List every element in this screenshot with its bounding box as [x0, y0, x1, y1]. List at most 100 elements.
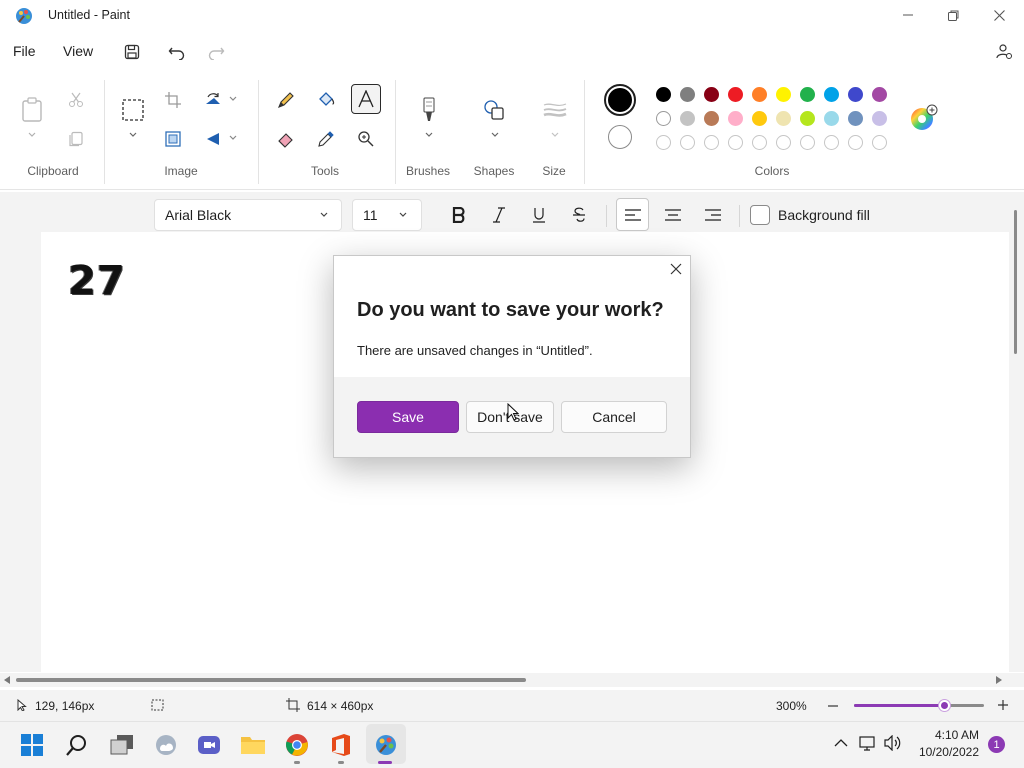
palette-color-swatch[interactable]	[776, 111, 791, 126]
palette-color-swatch[interactable]	[824, 87, 839, 102]
palette-color-swatch[interactable]	[656, 111, 671, 126]
palette-color-swatch[interactable]	[776, 87, 791, 102]
custom-color-slot[interactable]	[776, 135, 791, 150]
account-settings-icon[interactable]	[991, 40, 1017, 64]
palette-color-swatch[interactable]	[704, 111, 719, 126]
horizontal-scroll-thumb[interactable]	[16, 678, 526, 682]
office-icon[interactable]	[327, 731, 355, 759]
widgets-icon[interactable]	[152, 731, 180, 759]
palette-color-swatch[interactable]	[800, 87, 815, 102]
palette-color-swatch[interactable]	[728, 111, 743, 126]
font-size-dropdown[interactable]: 11	[352, 199, 422, 231]
search-icon[interactable]	[63, 731, 91, 759]
shapes-chevron-down-icon[interactable]	[490, 130, 500, 140]
show-hidden-icons-chevron-up-icon[interactable]	[834, 738, 848, 748]
paste-icon[interactable]	[18, 96, 46, 124]
palette-color-swatch[interactable]	[752, 87, 767, 102]
teams-chat-icon[interactable]	[195, 731, 223, 759]
rotate-chevron-down-icon[interactable]	[228, 94, 238, 104]
zoom-in-icon[interactable]	[997, 699, 1009, 711]
scroll-left-arrow-icon[interactable]	[4, 676, 10, 684]
paste-chevron-down-icon[interactable]	[27, 130, 37, 140]
size-chevron-down-icon[interactable]	[550, 130, 560, 140]
custom-color-slot[interactable]	[872, 135, 887, 150]
zoom-out-icon[interactable]	[827, 700, 839, 712]
brushes-chevron-down-icon[interactable]	[424, 130, 434, 140]
custom-color-slot[interactable]	[704, 135, 719, 150]
copy-icon[interactable]	[62, 125, 90, 153]
select-chevron-down-icon[interactable]	[128, 130, 138, 140]
primary-color-selector[interactable]	[604, 84, 636, 116]
palette-color-swatch[interactable]	[728, 87, 743, 102]
custom-color-slot[interactable]	[656, 135, 671, 150]
palette-color-swatch[interactable]	[752, 111, 767, 126]
strikethrough-button[interactable]	[564, 201, 594, 229]
font-family-dropdown[interactable]: Arial Black	[154, 199, 342, 231]
network-icon[interactable]	[859, 735, 877, 751]
palette-color-swatch[interactable]	[704, 87, 719, 102]
cut-icon[interactable]	[62, 86, 90, 114]
brushes-icon[interactable]	[415, 96, 443, 124]
custom-color-slot[interactable]	[824, 135, 839, 150]
file-explorer-icon[interactable]	[239, 731, 267, 759]
palette-color-swatch[interactable]	[680, 111, 695, 126]
cancel-button[interactable]: Cancel	[561, 401, 667, 433]
scroll-right-arrow-icon[interactable]	[996, 676, 1002, 684]
palette-color-swatch[interactable]	[872, 111, 887, 126]
minimize-button[interactable]	[885, 0, 931, 30]
save-icon[interactable]	[119, 40, 145, 64]
palette-color-swatch[interactable]	[680, 87, 695, 102]
align-center-button[interactable]	[658, 201, 688, 229]
shapes-icon[interactable]	[480, 96, 508, 124]
menu-view[interactable]: View	[63, 43, 93, 59]
custom-color-slot[interactable]	[728, 135, 743, 150]
select-rectangle-icon[interactable]	[119, 96, 147, 124]
palette-color-swatch[interactable]	[848, 87, 863, 102]
save-button[interactable]: Save	[357, 401, 459, 433]
custom-color-slot[interactable]	[680, 135, 695, 150]
zoom-slider-thumb[interactable]	[939, 700, 950, 711]
custom-color-slot[interactable]	[800, 135, 815, 150]
rotate-icon[interactable]	[199, 86, 227, 114]
custom-color-slot[interactable]	[848, 135, 863, 150]
clock-time[interactable]: 4:10 AM	[915, 728, 979, 742]
zoom-slider-track[interactable]	[854, 704, 984, 707]
resize-icon[interactable]	[159, 125, 187, 153]
redo-icon[interactable]	[203, 40, 229, 64]
windows-start-icon[interactable]	[18, 731, 46, 759]
background-fill-checkbox[interactable]	[750, 205, 770, 225]
align-left-button[interactable]	[616, 198, 649, 231]
palette-color-swatch[interactable]	[800, 111, 815, 126]
palette-color-swatch[interactable]	[656, 87, 671, 102]
chrome-icon[interactable]	[283, 731, 311, 759]
paint-taskbar-icon[interactable]	[372, 731, 400, 759]
pencil-icon[interactable]	[272, 86, 300, 114]
notification-badge[interactable]: 1	[988, 736, 1005, 753]
volume-icon[interactable]	[884, 735, 902, 751]
custom-color-slot[interactable]	[752, 135, 767, 150]
menu-file[interactable]: File	[13, 43, 36, 59]
palette-color-swatch[interactable]	[872, 87, 887, 102]
italic-button[interactable]	[484, 201, 514, 229]
undo-icon[interactable]	[164, 40, 190, 64]
eraser-icon[interactable]	[272, 125, 300, 153]
secondary-color-selector[interactable]	[608, 125, 632, 149]
edit-colors-icon[interactable]	[910, 104, 938, 132]
text-tool-button[interactable]	[351, 84, 381, 114]
restore-button[interactable]	[930, 0, 976, 30]
magnifier-icon[interactable]	[352, 125, 380, 153]
align-right-button[interactable]	[698, 201, 728, 229]
task-view-icon[interactable]	[108, 731, 136, 759]
bold-button[interactable]	[444, 201, 474, 229]
palette-color-swatch[interactable]	[848, 111, 863, 126]
underline-button[interactable]	[524, 201, 554, 229]
close-icon[interactable]	[670, 263, 684, 277]
vertical-scroll-thumb[interactable]	[1014, 210, 1017, 354]
color-picker-icon[interactable]	[312, 125, 340, 153]
flip-icon[interactable]	[199, 125, 227, 153]
fill-bucket-icon[interactable]	[312, 86, 340, 114]
crop-icon[interactable]	[159, 86, 187, 114]
size-icon[interactable]	[541, 96, 569, 124]
close-window-button[interactable]	[976, 0, 1022, 30]
flip-chevron-down-icon[interactable]	[228, 133, 238, 143]
